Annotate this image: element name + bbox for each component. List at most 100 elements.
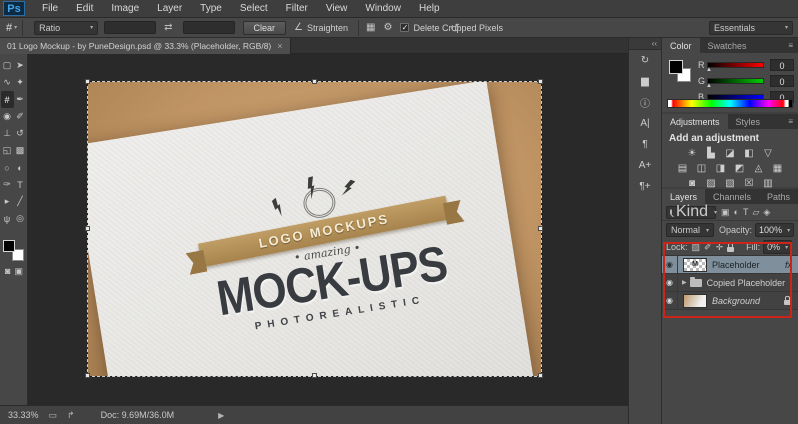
- filter-type-layers-icon[interactable]: T: [743, 207, 749, 218]
- eraser-tool[interactable]: ◱: [1, 142, 14, 159]
- color-lookup-icon[interactable]: ▦: [770, 162, 786, 175]
- paragraph-panel-icon[interactable]: ¶: [632, 134, 658, 155]
- document-sizes[interactable]: Doc: 9.69M/36.0M: [101, 410, 175, 420]
- reset-crop-icon[interactable]: ↺: [450, 21, 460, 35]
- tab-layers[interactable]: Layers: [662, 189, 705, 204]
- tab-styles[interactable]: Styles: [728, 114, 769, 129]
- layer-filter-kind-select[interactable]: Kind ▾: [666, 206, 716, 219]
- hand-tool[interactable]: ψ: [1, 210, 14, 227]
- menu-item-view[interactable]: View: [317, 3, 357, 14]
- clear-button[interactable]: Clear: [243, 21, 287, 35]
- close-icon[interactable]: ×: [277, 41, 282, 51]
- crop-handle[interactable]: [538, 226, 543, 231]
- foreground-color-swatch[interactable]: [3, 240, 15, 252]
- tab-channels[interactable]: Channels: [705, 189, 759, 204]
- layer-name[interactable]: Background: [712, 296, 784, 306]
- lock-position-icon[interactable]: ✛: [716, 242, 724, 253]
- history-brush-tool[interactable]: ↺: [14, 125, 27, 142]
- dodge-tool[interactable]: ◐: [14, 159, 27, 176]
- clone-stamp-tool[interactable]: ⊥: [1, 125, 14, 142]
- green-value[interactable]: 0: [770, 75, 794, 87]
- canvas[interactable]: LOGO MOCKUPS • amazing • MOCK-UPS PHOTOR…: [88, 82, 541, 376]
- slider-thumb-icon[interactable]: ▲: [706, 83, 712, 89]
- layer-name[interactable]: Placeholder: [712, 260, 785, 270]
- brightness-contrast-icon[interactable]: ☀: [684, 147, 700, 160]
- crop-handle[interactable]: [312, 373, 317, 378]
- panel-menu-icon[interactable]: ≡: [788, 114, 798, 129]
- menu-item-type[interactable]: Type: [191, 3, 231, 14]
- menu-item-layer[interactable]: Layer: [148, 3, 191, 14]
- filter-shape-layers-icon[interactable]: ▱: [752, 207, 759, 218]
- layer-thumbnail[interactable]: M: [683, 258, 707, 272]
- spot-healing-brush-tool[interactable]: ◉: [1, 108, 14, 125]
- line-tool[interactable]: ╱: [14, 193, 27, 210]
- crop-settings-gear-icon[interactable]: ⚙: [384, 22, 393, 33]
- foreground-background-swatches[interactable]: [3, 240, 24, 261]
- crop-tool[interactable]: #: [1, 91, 14, 108]
- document-tab[interactable]: 01 Logo Mockup - by PuneDesign.psd @ 33.…: [0, 38, 291, 54]
- lock-all-icon[interactable]: [727, 243, 734, 252]
- type-tool[interactable]: T: [14, 176, 27, 193]
- straighten-label[interactable]: Straighten: [307, 23, 348, 33]
- tab-paths[interactable]: Paths: [759, 189, 798, 204]
- red-value[interactable]: 0: [770, 59, 794, 71]
- color-spectrum-ramp[interactable]: [667, 99, 793, 108]
- menu-item-select[interactable]: Select: [231, 3, 277, 14]
- menu-item-filter[interactable]: Filter: [277, 3, 317, 14]
- vibrance-icon[interactable]: ▽: [760, 147, 776, 160]
- fill-value[interactable]: 0% ▾: [763, 240, 792, 254]
- black-white-icon[interactable]: ◨: [713, 162, 729, 175]
- lock-paint-icon[interactable]: ✐: [704, 242, 712, 253]
- lasso-tool[interactable]: ∿: [1, 74, 14, 91]
- blur-tool[interactable]: ○: [1, 159, 14, 176]
- crop-handle[interactable]: [538, 79, 543, 84]
- panel-menu-icon[interactable]: ≡: [788, 38, 798, 53]
- character-panel-icon[interactable]: A|: [632, 113, 658, 134]
- workspace-select[interactable]: Essentials ▾: [709, 21, 793, 35]
- layer-row-placeholder[interactable]: ◉ M Placeholder fx: [662, 256, 798, 274]
- eyedropper-tool[interactable]: ✒: [14, 91, 27, 108]
- pen-tool[interactable]: ✑: [1, 176, 14, 193]
- histogram-panel-icon[interactable]: ▆: [632, 71, 658, 92]
- filter-adjustment-layers-icon[interactable]: ◐: [734, 207, 739, 218]
- tab-adjustments[interactable]: Adjustments: [662, 114, 728, 129]
- status-flyout-arrow-icon[interactable]: ▶: [218, 411, 224, 420]
- photo-filter-icon[interactable]: ◩: [732, 162, 748, 175]
- opacity-value[interactable]: 100% ▾: [755, 223, 794, 237]
- menu-item-edit[interactable]: Edit: [67, 3, 102, 14]
- menu-item-help[interactable]: Help: [410, 3, 449, 14]
- expand-panels-icon[interactable]: ‹‹: [629, 38, 661, 50]
- slider-thumb-icon[interactable]: ▲: [706, 67, 712, 73]
- layer-effects-badge[interactable]: fx: [785, 260, 792, 270]
- swap-dimensions-icon[interactable]: ⇄: [164, 22, 172, 33]
- green-slider[interactable]: ▲: [707, 78, 764, 84]
- crop-handle[interactable]: [85, 79, 90, 84]
- filter-pixel-layers-icon[interactable]: ▣: [721, 207, 730, 218]
- crop-handle[interactable]: [312, 79, 317, 84]
- group-expander-icon[interactable]: ▶: [682, 279, 687, 286]
- red-slider[interactable]: ▲: [707, 62, 764, 68]
- levels-icon[interactable]: ▙: [703, 147, 719, 160]
- brush-tool[interactable]: ✐: [14, 108, 27, 125]
- zoom-tool[interactable]: ◎: [14, 210, 27, 227]
- crop-aspect-select[interactable]: Ratio ▾: [34, 21, 98, 35]
- visibility-cell[interactable]: ◉: [662, 274, 678, 291]
- crop-overlay-grid-icon[interactable]: ▦: [366, 22, 375, 33]
- info-panel-icon[interactable]: ⓘ: [632, 92, 658, 113]
- crop-handle[interactable]: [538, 373, 543, 378]
- foreground-color-swatch[interactable]: [669, 60, 683, 74]
- zoom-level[interactable]: 33.33%: [8, 410, 39, 420]
- crop-height-input[interactable]: [183, 21, 235, 34]
- tab-swatches[interactable]: Swatches: [700, 38, 755, 53]
- quick-selection-tool[interactable]: ✦: [14, 74, 27, 91]
- channel-mixer-icon[interactable]: ◬: [751, 162, 767, 175]
- curves-icon[interactable]: ◪: [722, 147, 738, 160]
- quick-mask-icon[interactable]: ◙: [5, 266, 10, 277]
- rectangular-marquee-tool[interactable]: ▢: [1, 57, 14, 74]
- filter-smart-objects-icon[interactable]: ◈: [763, 207, 770, 218]
- layer-row-copied-placeholder[interactable]: ◉ ▶ Copied Placeholder: [662, 274, 798, 292]
- menu-item-file[interactable]: File: [33, 3, 67, 14]
- share-icon[interactable]: ↱: [67, 410, 75, 421]
- exposure-icon[interactable]: ◧: [741, 147, 757, 160]
- doc-profile-icon[interactable]: ▭: [49, 410, 58, 421]
